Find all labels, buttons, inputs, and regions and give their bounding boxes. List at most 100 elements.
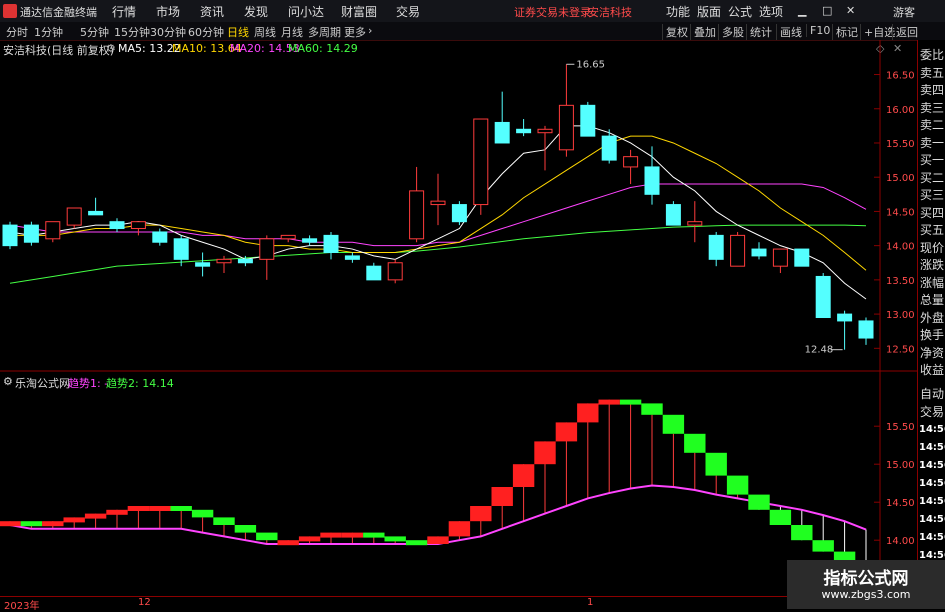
quote-field-label: 总量 bbox=[920, 293, 945, 307]
candlestick-chart[interactable]: 16.50 16.00 15.50 15.00 14.50 14.00 13.50 13.00… bbox=[0, 40, 917, 372]
menu-item-options[interactable]: 选项 bbox=[759, 3, 783, 20]
minimize-icon[interactable]: ▁ bbox=[798, 4, 806, 17]
draw-line-button[interactable]: 画线 bbox=[776, 24, 802, 40]
trend1-block bbox=[341, 532, 364, 538]
period-tab-1min[interactable]: 1分钟 bbox=[34, 24, 63, 40]
candle-body bbox=[730, 234, 746, 267]
quote-field-label: 净资 bbox=[920, 345, 945, 360]
period-tab-5min[interactable]: 5分钟 bbox=[80, 24, 109, 40]
trade-time: 14:56 bbox=[919, 478, 945, 489]
candle-body bbox=[323, 234, 339, 253]
y-tick-label: 16.00 bbox=[886, 105, 915, 116]
login-warning[interactable]: 证券交易未登录 bbox=[514, 4, 591, 20]
menu-item-assistant[interactable]: 问小达 bbox=[288, 3, 324, 20]
trend1-block bbox=[705, 452, 727, 476]
trend1-block bbox=[448, 521, 471, 537]
close-icon[interactable]: ✕ bbox=[846, 4, 855, 17]
candle-body bbox=[751, 248, 767, 257]
candle-body bbox=[109, 221, 125, 230]
adjust-button[interactable]: 复权 bbox=[662, 24, 688, 40]
add-watchlist-button[interactable]: +自选 bbox=[860, 24, 895, 40]
y-tick-label: 15.00 bbox=[886, 460, 915, 471]
candle-body bbox=[601, 135, 617, 161]
statistics-button[interactable]: 统计 bbox=[746, 24, 772, 40]
trend1-block bbox=[405, 540, 428, 546]
trade-time: 14:56 bbox=[919, 532, 945, 543]
current-stock-name: 安洁科技 bbox=[588, 6, 632, 19]
multi-stock-button[interactable]: 多股 bbox=[718, 24, 744, 40]
menu-item-function[interactable]: 功能 bbox=[666, 3, 690, 20]
quote-field-label: 卖五 bbox=[920, 65, 945, 80]
candle-body bbox=[366, 265, 382, 281]
back-button[interactable]: 返回 bbox=[892, 24, 918, 40]
trend1-block bbox=[598, 399, 620, 405]
user-label[interactable]: 游客 bbox=[893, 4, 915, 20]
trade-time: 14:56 bbox=[919, 442, 945, 453]
period-tab-more[interactable]: 更多 bbox=[344, 24, 366, 40]
quote-field-label: 买二 bbox=[920, 170, 945, 185]
candle-body bbox=[88, 210, 104, 216]
quote-field-label: 买五 bbox=[920, 223, 945, 237]
maximize-icon[interactable]: □ bbox=[822, 4, 832, 17]
y-tick-label: 13.50 bbox=[886, 276, 915, 287]
candle-body bbox=[237, 258, 253, 264]
mark-button[interactable]: 标记 bbox=[832, 24, 858, 40]
menu-item-news[interactable]: 资讯 bbox=[200, 3, 224, 20]
menu-item-layout[interactable]: 版面 bbox=[697, 3, 721, 20]
date-label: 12 bbox=[138, 597, 151, 608]
menu-item-market[interactable]: 市场 bbox=[156, 3, 180, 20]
quote-field-label: 涨跌 bbox=[920, 258, 945, 272]
menu-item-quotes[interactable]: 行情 bbox=[112, 3, 136, 20]
period-tab-intraday[interactable]: 分时 bbox=[6, 24, 28, 40]
candle-body bbox=[687, 221, 703, 226]
trend1-block bbox=[363, 532, 385, 538]
menu-item-trade[interactable]: 交易 bbox=[396, 3, 420, 20]
period-tab-15min[interactable]: 15分钟 bbox=[114, 24, 150, 40]
trend1-block bbox=[213, 517, 235, 525]
more-chevron-icon[interactable]: › bbox=[368, 24, 372, 37]
high-price-label: 16.65 bbox=[576, 59, 605, 70]
trend1-block bbox=[619, 399, 642, 405]
quote-field-label: 收益 bbox=[920, 363, 945, 377]
candle-body bbox=[772, 248, 788, 267]
period-tab-monthly[interactable]: 月线 bbox=[281, 24, 303, 40]
candle-body bbox=[23, 224, 39, 243]
app-title: 通达信金融终端 bbox=[20, 6, 97, 19]
period-tab-daily[interactable]: 日线 bbox=[227, 24, 249, 40]
candle-body bbox=[2, 224, 18, 247]
candle-body bbox=[387, 262, 403, 281]
f10-button[interactable]: F10 bbox=[806, 24, 830, 37]
panel-tab[interactable]: 自动 bbox=[920, 385, 944, 402]
menu-item-formula[interactable]: 公式 bbox=[728, 3, 752, 20]
menu-item-discover[interactable]: 发现 bbox=[244, 3, 268, 20]
quote-field-label: 换手 bbox=[920, 328, 945, 342]
quote-field-label: 卖二 bbox=[920, 118, 945, 132]
candle-body bbox=[665, 204, 681, 226]
panel-tab[interactable]: 交易 bbox=[920, 403, 944, 420]
low-price-label: 12.48 bbox=[805, 345, 834, 356]
trend1-block bbox=[298, 536, 321, 542]
candle-body bbox=[173, 238, 189, 260]
candle-body bbox=[494, 121, 510, 144]
trend1-block bbox=[534, 441, 556, 465]
trend1-block bbox=[127, 506, 150, 511]
y-tick-label: 16.50 bbox=[886, 71, 915, 82]
y-tick-label: 15.00 bbox=[886, 173, 915, 184]
quote-field-label: 买三 bbox=[920, 188, 945, 202]
indicator-chart[interactable]: 15.5015.0014.5014.0013.50 bbox=[0, 372, 917, 596]
period-tab-30min[interactable]: 30分钟 bbox=[150, 24, 186, 40]
period-tab-weekly[interactable]: 周线 bbox=[254, 24, 276, 40]
period-tab-multi[interactable]: 多周期 bbox=[308, 24, 341, 40]
quote-field-label: 委比 bbox=[920, 48, 945, 62]
quote-field-label: 卖三 bbox=[920, 100, 945, 115]
overlay-button[interactable]: 叠加 bbox=[690, 24, 716, 40]
candle-body bbox=[644, 166, 660, 195]
quote-field-label: 涨幅 bbox=[920, 275, 945, 290]
trend1-block bbox=[427, 536, 449, 544]
menu-item-wealth[interactable]: 财富圈 bbox=[341, 3, 377, 20]
quote-field-label: 卖四 bbox=[920, 83, 945, 97]
period-tab-60min[interactable]: 60分钟 bbox=[188, 24, 224, 40]
candle-body bbox=[430, 200, 446, 206]
candle-body bbox=[837, 313, 853, 322]
candle-body bbox=[558, 104, 574, 151]
